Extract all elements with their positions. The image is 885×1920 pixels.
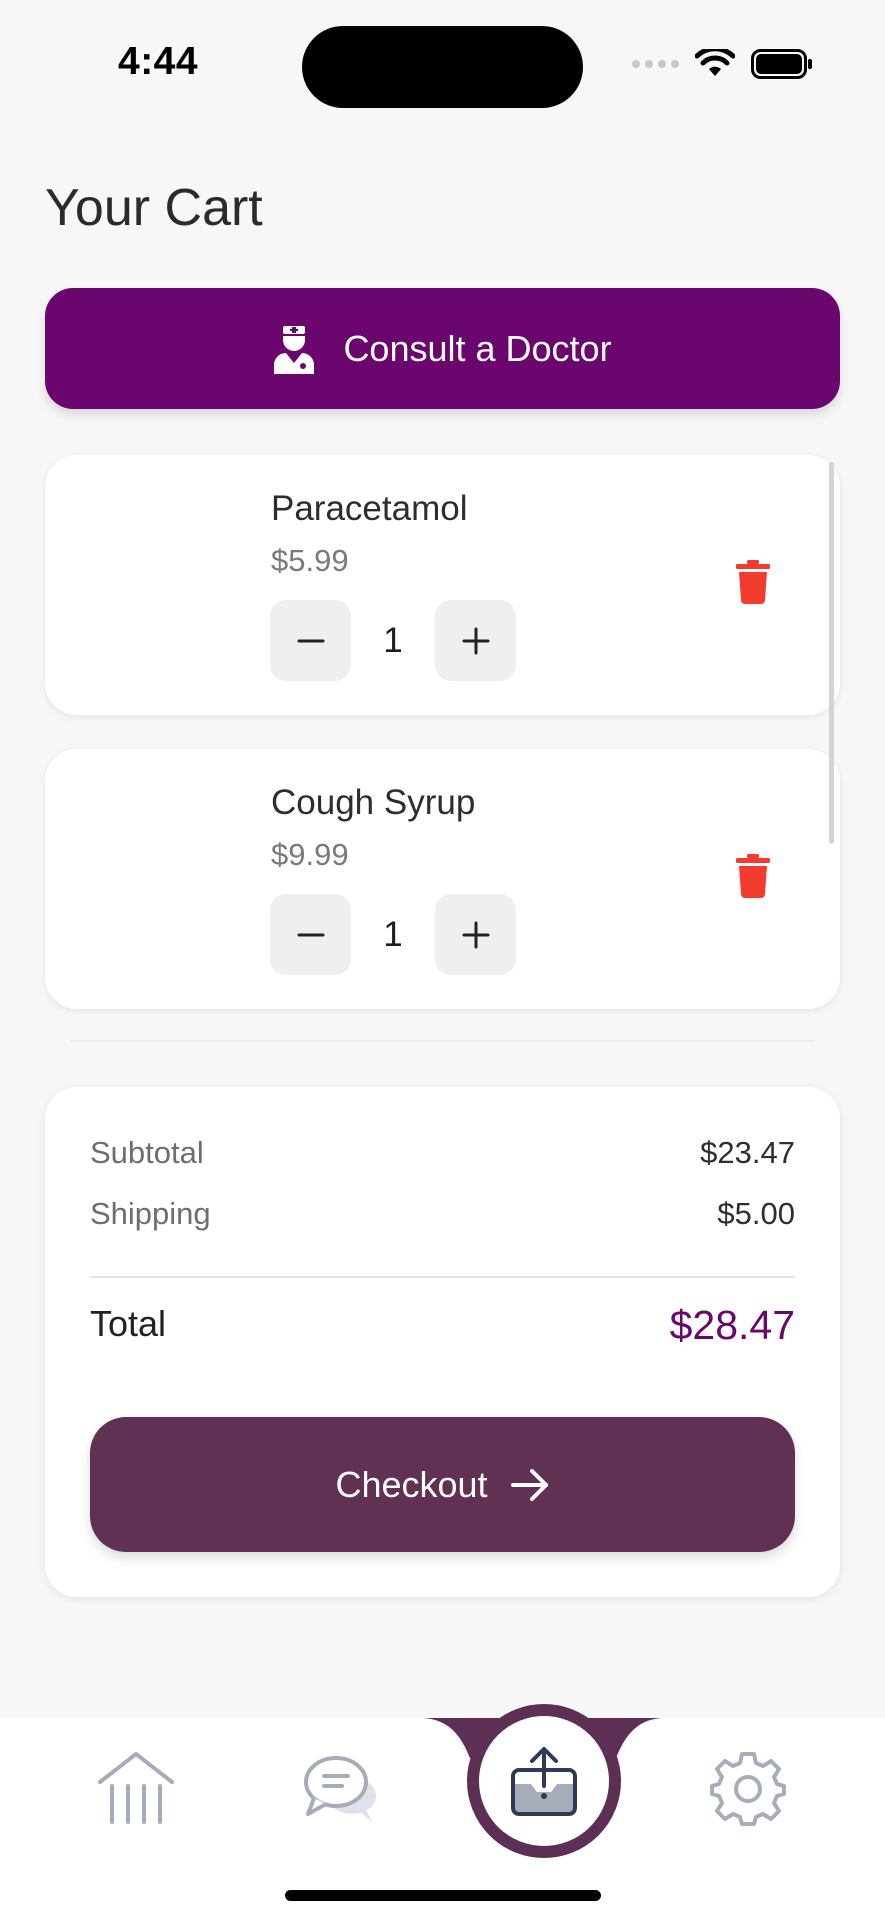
decrease-quantity-button[interactable] <box>270 894 351 975</box>
checkout-button[interactable]: Checkout <box>90 1417 795 1552</box>
tab-home[interactable] <box>86 1738 186 1838</box>
summary-divider <box>90 1276 795 1278</box>
cart-list-scrollbar[interactable] <box>829 462 834 844</box>
cart-item: Cough Syrup $9.99 1 <box>45 749 840 1009</box>
item-name: Cough Syrup <box>271 783 476 822</box>
delete-item-button[interactable] <box>733 559 773 605</box>
item-name: Paracetamol <box>271 489 468 528</box>
decrease-quantity-button[interactable] <box>270 600 351 681</box>
minus-icon <box>297 933 324 936</box>
consult-doctor-button[interactable]: Consult a Doctor <box>45 288 840 409</box>
order-summary-card: Subtotal $23.47 Shipping $5.00 Total $28… <box>45 1087 840 1597</box>
item-price: $9.99 <box>271 837 349 872</box>
checkout-label: Checkout <box>335 1463 488 1505</box>
divider <box>70 1040 815 1042</box>
total-label: Total <box>90 1303 167 1344</box>
page-title: Your Cart <box>45 179 263 237</box>
trash-icon <box>736 854 770 898</box>
tab-upload[interactable] <box>467 1704 621 1858</box>
tab-settings[interactable] <box>698 1738 798 1838</box>
bank-icon <box>98 1752 174 1824</box>
item-price: $5.99 <box>271 543 349 578</box>
trash-icon <box>736 560 770 604</box>
subtotal-label: Subtotal <box>90 1135 204 1170</box>
tab-chat[interactable] <box>290 1738 390 1838</box>
plus-icon <box>462 627 489 654</box>
quantity-value: 1 <box>383 620 403 660</box>
total-value: $28.47 <box>669 1302 795 1348</box>
gear-icon <box>710 1752 786 1826</box>
wifi-icon <box>695 49 735 76</box>
upload-tray-icon <box>511 1747 577 1816</box>
chat-bubbles-icon <box>304 1756 376 1822</box>
battery-icon <box>751 49 812 79</box>
home-indicator <box>285 1890 601 1901</box>
dynamic-island <box>302 26 583 108</box>
plus-icon <box>462 921 489 948</box>
subtotal-value: $23.47 <box>700 1135 795 1170</box>
status-indicators <box>632 46 813 82</box>
increase-quantity-button[interactable] <box>435 600 516 681</box>
delete-item-button[interactable] <box>733 853 773 899</box>
status-time: 4:44 <box>118 40 199 83</box>
status-bar: 4:44 <box>0 0 885 120</box>
doctor-icon <box>274 325 315 374</box>
arrow-right-icon <box>510 1468 548 1501</box>
quantity-value: 1 <box>383 914 403 954</box>
consult-doctor-label: Consult a Doctor <box>343 327 612 369</box>
cellular-signal-icon <box>632 60 679 68</box>
minus-icon <box>297 639 324 642</box>
shipping-label: Shipping <box>90 1196 211 1231</box>
shipping-value: $5.00 <box>717 1196 795 1231</box>
cart-item: Paracetamol $5.99 1 <box>45 455 840 715</box>
increase-quantity-button[interactable] <box>435 894 516 975</box>
